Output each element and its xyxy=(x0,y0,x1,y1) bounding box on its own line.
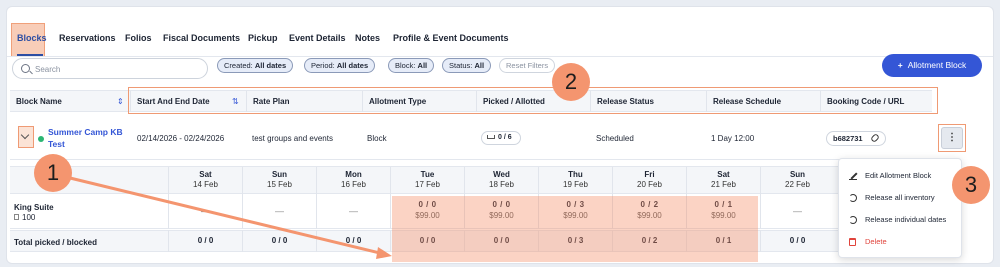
arrow-line xyxy=(69,176,385,256)
callout-badge-1: 1 xyxy=(34,154,72,192)
callout-arrow xyxy=(69,176,392,259)
callout-badge-2: 2 xyxy=(552,63,590,101)
callout-badge-3: 3 xyxy=(952,166,990,204)
arrow-head xyxy=(376,247,392,259)
